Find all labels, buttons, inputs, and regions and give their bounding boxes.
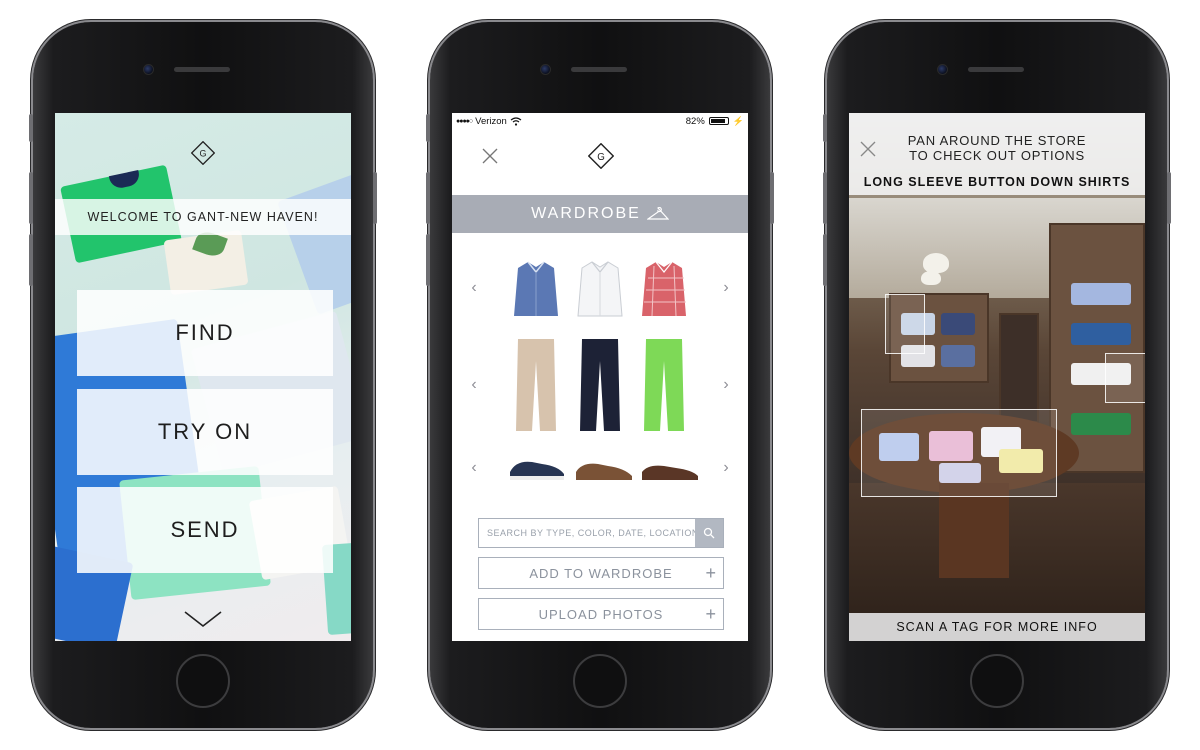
pan-instruction-line2: TO CHECK OUT OPTIONS: [909, 148, 1085, 163]
mute-switch: [426, 114, 430, 142]
wardrobe-search: [478, 518, 724, 548]
search-button[interactable]: [695, 519, 723, 547]
earpiece-speaker: [174, 67, 230, 72]
add-to-wardrobe-label: ADD TO WARDROBE: [529, 565, 673, 581]
wardrobe-row-pants: ‹ ›: [452, 335, 748, 435]
brown-suede-shoes-item[interactable]: [574, 454, 634, 482]
plus-icon: +: [705, 562, 717, 583]
front-camera: [540, 64, 551, 75]
chevron-down-icon[interactable]: [183, 609, 223, 629]
green-pants-item[interactable]: [642, 337, 686, 433]
wardrobe-header: WARDROBE: [452, 195, 748, 233]
welcome-screen: G WELCOME TO GANT-NEW HAVEN! FIND TRY ON…: [55, 113, 351, 641]
wardrobe-title: WARDROBE: [531, 205, 641, 222]
red-plaid-shirt-item[interactable]: [638, 258, 690, 320]
volume-down-button: [426, 234, 430, 286]
phone-store-scan: PAN AROUND THE STORE TO CHECK OUT OPTION…: [823, 22, 1171, 728]
wifi-icon: [510, 116, 522, 126]
white-shirt-item[interactable]: [574, 258, 626, 320]
front-camera: [143, 64, 154, 75]
gant-logo-icon: G: [191, 141, 215, 165]
battery-icon: [708, 117, 729, 125]
upload-photos-label: UPLOAD PHOTOS: [538, 606, 664, 622]
store-camera-screen: PAN AROUND THE STORE TO CHECK OUT OPTION…: [849, 113, 1145, 641]
home-button[interactable]: [176, 654, 230, 708]
upload-photos-button[interactable]: UPLOAD PHOTOS +: [478, 598, 724, 630]
send-button[interactable]: SEND: [77, 487, 333, 573]
earpiece-speaker: [968, 67, 1024, 72]
mute-switch: [823, 114, 827, 142]
pan-instruction-line1: PAN AROUND THE STORE: [907, 133, 1087, 148]
pendant-lamp: [923, 253, 949, 273]
prev-arrow-icon[interactable]: ‹: [468, 376, 480, 394]
signal-strength-icon: ●●●●○: [456, 117, 473, 125]
next-arrow-icon[interactable]: ›: [720, 459, 732, 477]
wardrobe-row-shoes: ‹ ›: [452, 448, 748, 488]
wardrobe-screen: ●●●●○ Verizon 82% ⚡ G WARDROBE ‹ › ‹ › ‹…: [452, 113, 748, 641]
next-arrow-icon[interactable]: ›: [720, 376, 732, 394]
navy-pants-item[interactable]: [578, 337, 622, 433]
next-arrow-icon[interactable]: ›: [720, 279, 732, 297]
home-button[interactable]: [573, 654, 627, 708]
front-camera: [937, 64, 948, 75]
search-input[interactable]: [479, 519, 695, 547]
home-button[interactable]: [970, 654, 1024, 708]
volume-down-button: [823, 234, 827, 286]
prev-arrow-icon[interactable]: ‹: [468, 279, 480, 297]
power-button: [770, 172, 774, 224]
phone-wardrobe: ●●●●○ Verizon 82% ⚡ G WARDROBE ‹ › ‹ › ‹…: [426, 22, 774, 728]
phone-welcome: G WELCOME TO GANT-NEW HAVEN! FIND TRY ON…: [29, 22, 377, 728]
hanger-icon: [646, 207, 669, 220]
ar-detection-box[interactable]: [1105, 353, 1145, 403]
ar-detection-box[interactable]: [861, 409, 1057, 497]
volume-up-button: [426, 172, 430, 224]
blue-shirt-item[interactable]: [510, 258, 562, 320]
try-on-button[interactable]: TRY ON: [77, 389, 333, 475]
ar-detection-box[interactable]: [885, 294, 925, 354]
earpiece-speaker: [571, 67, 627, 72]
find-button[interactable]: FIND: [77, 290, 333, 376]
detected-category-label: LONG SLEEVE BUTTON DOWN SHIRTS: [863, 175, 1131, 189]
svg-text:G: G: [199, 149, 206, 159]
power-button: [1167, 172, 1171, 224]
status-bar: ●●●●○ Verizon 82% ⚡: [452, 113, 748, 129]
pan-instruction: PAN AROUND THE STORE TO CHECK OUT OPTION…: [889, 133, 1105, 163]
gant-logo-icon: G: [588, 143, 614, 169]
carrier-name: Verizon: [475, 115, 507, 127]
search-icon: [703, 527, 715, 539]
brown-loafers-item[interactable]: [640, 454, 700, 482]
add-to-wardrobe-button[interactable]: ADD TO WARDROBE +: [478, 557, 724, 589]
volume-up-button: [29, 172, 33, 224]
scan-tag-bar[interactable]: SCAN A TAG FOR MORE INFO: [849, 613, 1145, 641]
volume-up-button: [823, 172, 827, 224]
plus-icon: +: [705, 603, 717, 624]
svg-text:G: G: [597, 152, 605, 163]
volume-down-button: [29, 234, 33, 286]
power-button: [373, 172, 377, 224]
close-icon[interactable]: [480, 146, 500, 166]
charging-icon: ⚡: [732, 115, 744, 126]
mute-switch: [29, 114, 33, 142]
prev-arrow-icon[interactable]: ‹: [468, 459, 480, 477]
close-icon[interactable]: [859, 140, 877, 158]
navy-sneakers-item[interactable]: [508, 454, 568, 482]
battery-percent: 82%: [685, 115, 705, 127]
wardrobe-row-shirts: ‹ ›: [452, 253, 748, 323]
welcome-banner: WELCOME TO GANT-NEW HAVEN!: [55, 199, 351, 235]
khaki-pants-item[interactable]: [514, 337, 558, 433]
